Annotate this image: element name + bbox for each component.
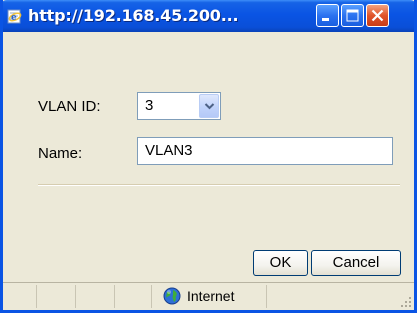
maximize-button[interactable] bbox=[341, 4, 364, 27]
dialog-body: VLAN ID: 3 Name: VLAN3 OK Cancel bbox=[3, 32, 414, 282]
resize-grip-icon[interactable] bbox=[400, 296, 412, 308]
globe-icon bbox=[163, 287, 181, 305]
dropdown-button[interactable] bbox=[199, 94, 219, 118]
window-title: http://192.168.45.200... bbox=[28, 6, 239, 25]
close-button[interactable] bbox=[366, 4, 389, 27]
ok-button[interactable]: OK bbox=[253, 250, 308, 276]
divider bbox=[38, 184, 400, 186]
security-zone-label: Internet bbox=[187, 288, 235, 304]
maximize-icon bbox=[346, 9, 359, 22]
minimize-icon bbox=[322, 18, 329, 21]
svg-text:e: e bbox=[11, 13, 17, 23]
status-bar: Internet bbox=[3, 282, 414, 310]
status-pane-divider bbox=[151, 285, 152, 308]
cancel-button[interactable]: Cancel bbox=[311, 250, 401, 276]
chevron-down-icon bbox=[204, 103, 215, 110]
ie-page-icon: e bbox=[7, 9, 22, 24]
popup-window: e http://192.168.45.200... VLAN ID: 3 Na… bbox=[0, 0, 417, 313]
title-bar[interactable]: e http://192.168.45.200... bbox=[3, 0, 414, 32]
status-pane-divider bbox=[36, 285, 37, 308]
name-label: Name: bbox=[38, 145, 83, 162]
name-input[interactable]: VLAN3 bbox=[137, 137, 393, 165]
vlan-id-label: VLAN ID: bbox=[38, 98, 101, 115]
close-icon bbox=[371, 9, 384, 22]
status-pane-divider bbox=[266, 285, 267, 308]
minimize-button[interactable] bbox=[316, 4, 339, 27]
vlan-id-select[interactable]: 3 bbox=[137, 92, 221, 120]
status-pane-divider bbox=[114, 285, 115, 308]
vlan-id-value: 3 bbox=[145, 97, 154, 114]
status-pane-divider bbox=[75, 285, 76, 308]
